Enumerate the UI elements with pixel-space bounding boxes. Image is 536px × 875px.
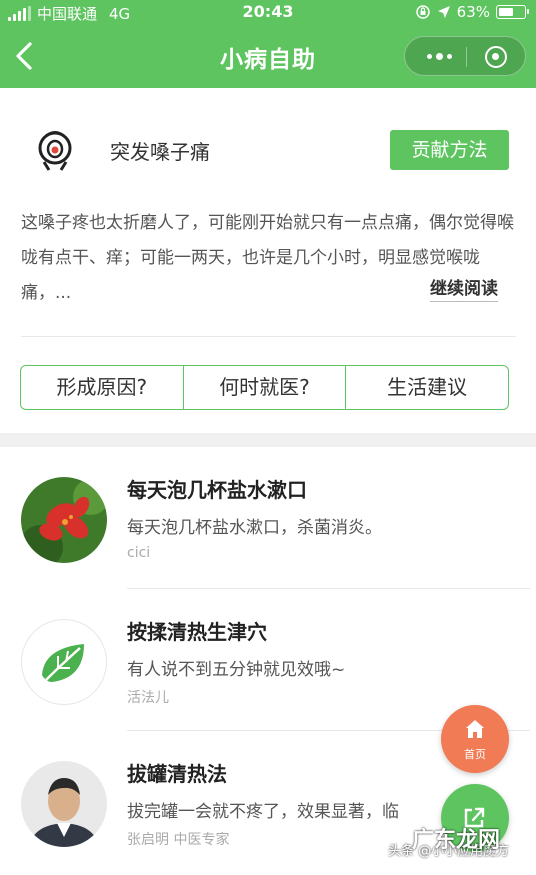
expert-photo <box>21 761 107 847</box>
more-dots-icon[interactable] <box>427 53 452 60</box>
tab-when-to-see-doctor[interactable]: 何时就医? <box>184 366 347 409</box>
topic-tabs: 形成原因? 何时就医? 生活建议 <box>20 365 509 410</box>
divider <box>21 336 516 337</box>
read-more-link[interactable]: 继续阅读 <box>430 274 498 302</box>
method-desc: 拔完罐一会就不疼了，效果显著，临 <box>127 802 399 822</box>
contribute-button[interactable]: 贡献方法 <box>390 130 509 170</box>
home-label: 首页 <box>464 748 486 761</box>
battery-percent: 63% <box>456 3 490 21</box>
mini-program-capsule <box>404 36 526 76</box>
home-button[interactable]: 首页 <box>441 705 509 773</box>
watermark: 头条 @小小应用魔方 广东龙网 <box>388 828 509 859</box>
method-desc: 有人说不到五分钟就见效哦~ <box>127 660 346 680</box>
leaf-icon <box>21 619 107 705</box>
tab-causes[interactable]: 形成原因? <box>21 366 184 409</box>
tab-lifestyle-tips[interactable]: 生活建议 <box>346 366 508 409</box>
rotation-lock-icon <box>415 5 430 19</box>
section-divider <box>0 433 536 447</box>
location-arrow-icon <box>437 6 450 18</box>
method-title: 每天泡几杯盐水漱口 <box>127 478 307 502</box>
list-item[interactable]: 每天泡几杯盐水漱口 每天泡几杯盐水漱口，杀菌消炎。 cici <box>0 447 536 589</box>
watermark-brand: 广东龙网 <box>412 828 501 853</box>
method-author: 张启明 中医专家 <box>127 832 230 848</box>
house-icon <box>466 720 484 738</box>
method-desc: 每天泡几杯盐水漱口，杀菌消炎。 <box>127 518 382 538</box>
topic-title: 突发嗓子痛 <box>110 140 210 164</box>
flower-photo <box>21 477 107 563</box>
method-title: 按揉清热生津穴 <box>127 620 267 644</box>
battery-icon <box>496 5 529 19</box>
method-author: cici <box>127 545 151 561</box>
throat-icon <box>38 131 72 171</box>
status-bar: 中国联通 4G 20:43 63% <box>0 0 536 24</box>
target-circle-icon[interactable] <box>485 46 507 68</box>
nav-bar: 小病自助 <box>0 24 536 88</box>
method-author: 活法儿 <box>127 690 169 706</box>
method-title: 拔罐清热法 <box>127 762 227 786</box>
